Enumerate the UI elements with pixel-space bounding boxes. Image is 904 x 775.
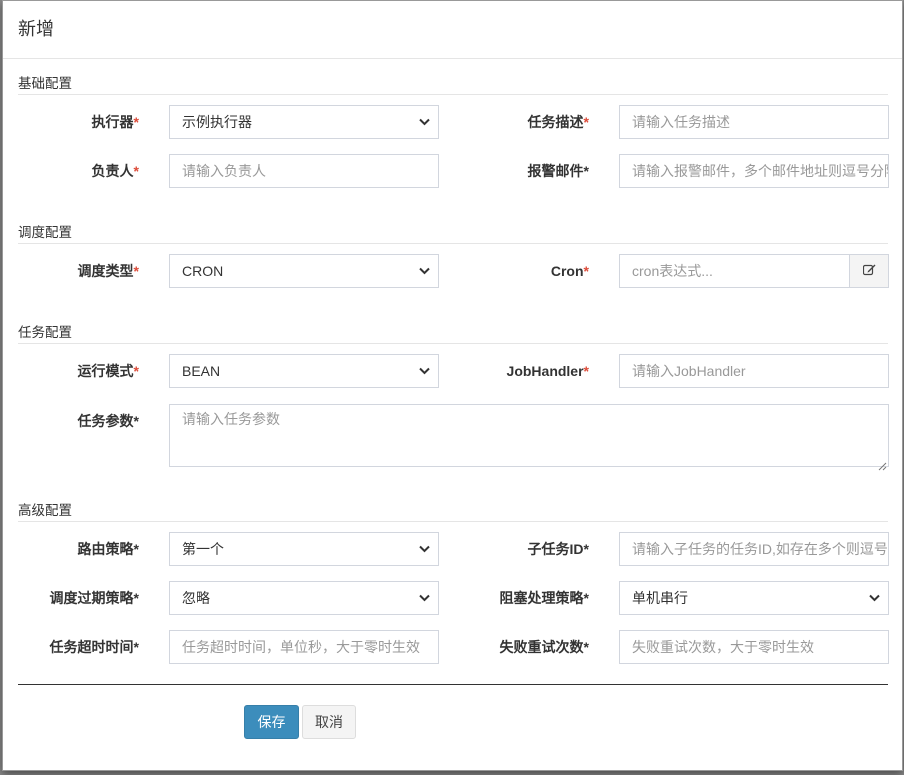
section-advanced-title: 高级配置 [18,503,888,522]
author-label: 负责人* [91,163,139,179]
timeout-input[interactable]: 任务超时时间，单位秒，大于零时生效 [169,630,439,664]
chevron-down-icon [416,533,432,565]
cron-input[interactable]: cron表达式... [619,254,850,288]
run-mode-label: 运行模式* [77,363,139,379]
section-schedule-title: 调度配置 [18,225,888,244]
edit-icon [862,263,876,279]
chevron-down-icon [866,582,882,614]
executor-select[interactable]: 示例执行器 [169,105,439,139]
fail-retry-input[interactable]: 失败重试次数，大于零时生效 [619,630,889,664]
timeout-label: 任务超时时间* [49,639,139,655]
child-job-id-input[interactable]: 请输入子任务的任务ID,如存在多个则逗号分隔 [619,532,889,566]
add-job-modal: 新增 基础配置 执行器* 示例执行器 任务描述* 请输入任务描述 负责人* 请输… [2,0,903,771]
cancel-button[interactable]: 取消 [302,705,356,739]
resize-grip-icon[interactable] [878,456,887,471]
fail-retry-label: 失败重试次数* [499,639,589,655]
block-strategy-select[interactable]: 单机串行 [619,581,889,615]
job-param-textarea[interactable]: 请输入任务参数 [169,404,889,471]
modal-title: 新增 [18,19,54,39]
block-strategy-label: 阻塞处理策略* [499,590,589,606]
author-input[interactable]: 请输入负责人 [169,154,439,188]
cron-label: Cron* [550,263,589,279]
schedule-type-select[interactable]: CRON [169,254,439,288]
route-strategy-label: 路由策略* [77,541,139,557]
misfire-strategy-label: 调度过期策略* [49,590,139,606]
modal-header: 新增 [3,1,902,59]
form-divider [18,684,888,685]
misfire-strategy-select[interactable]: 忽略 [169,581,439,615]
alarm-email-label: 报警邮件* [527,163,589,179]
job-handler-label: JobHandler* [506,363,589,379]
executor-label: 执行器* [91,114,139,130]
schedule-type-label: 调度类型* [77,263,139,279]
section-basic-title: 基础配置 [18,76,888,95]
chevron-down-icon [416,582,432,614]
alarm-email-input[interactable]: 请输入报警邮件，多个邮件地址则逗号分隔 [619,154,889,188]
job-param-label: 任务参数* [77,413,139,429]
chevron-down-icon [416,255,432,287]
chevron-down-icon [416,355,432,387]
run-mode-select[interactable]: BEAN [169,354,439,388]
job-handler-input[interactable]: 请输入JobHandler [619,354,889,388]
section-task-title: 任务配置 [18,325,888,344]
save-button[interactable]: 保存 [244,705,299,739]
child-job-id-label: 子任务ID* [527,541,589,557]
chevron-down-icon [416,106,432,138]
cron-edit-button[interactable] [849,254,889,288]
route-strategy-select[interactable]: 第一个 [169,532,439,566]
job-desc-label: 任务描述* [527,114,589,130]
job-desc-input[interactable]: 请输入任务描述 [619,105,889,139]
